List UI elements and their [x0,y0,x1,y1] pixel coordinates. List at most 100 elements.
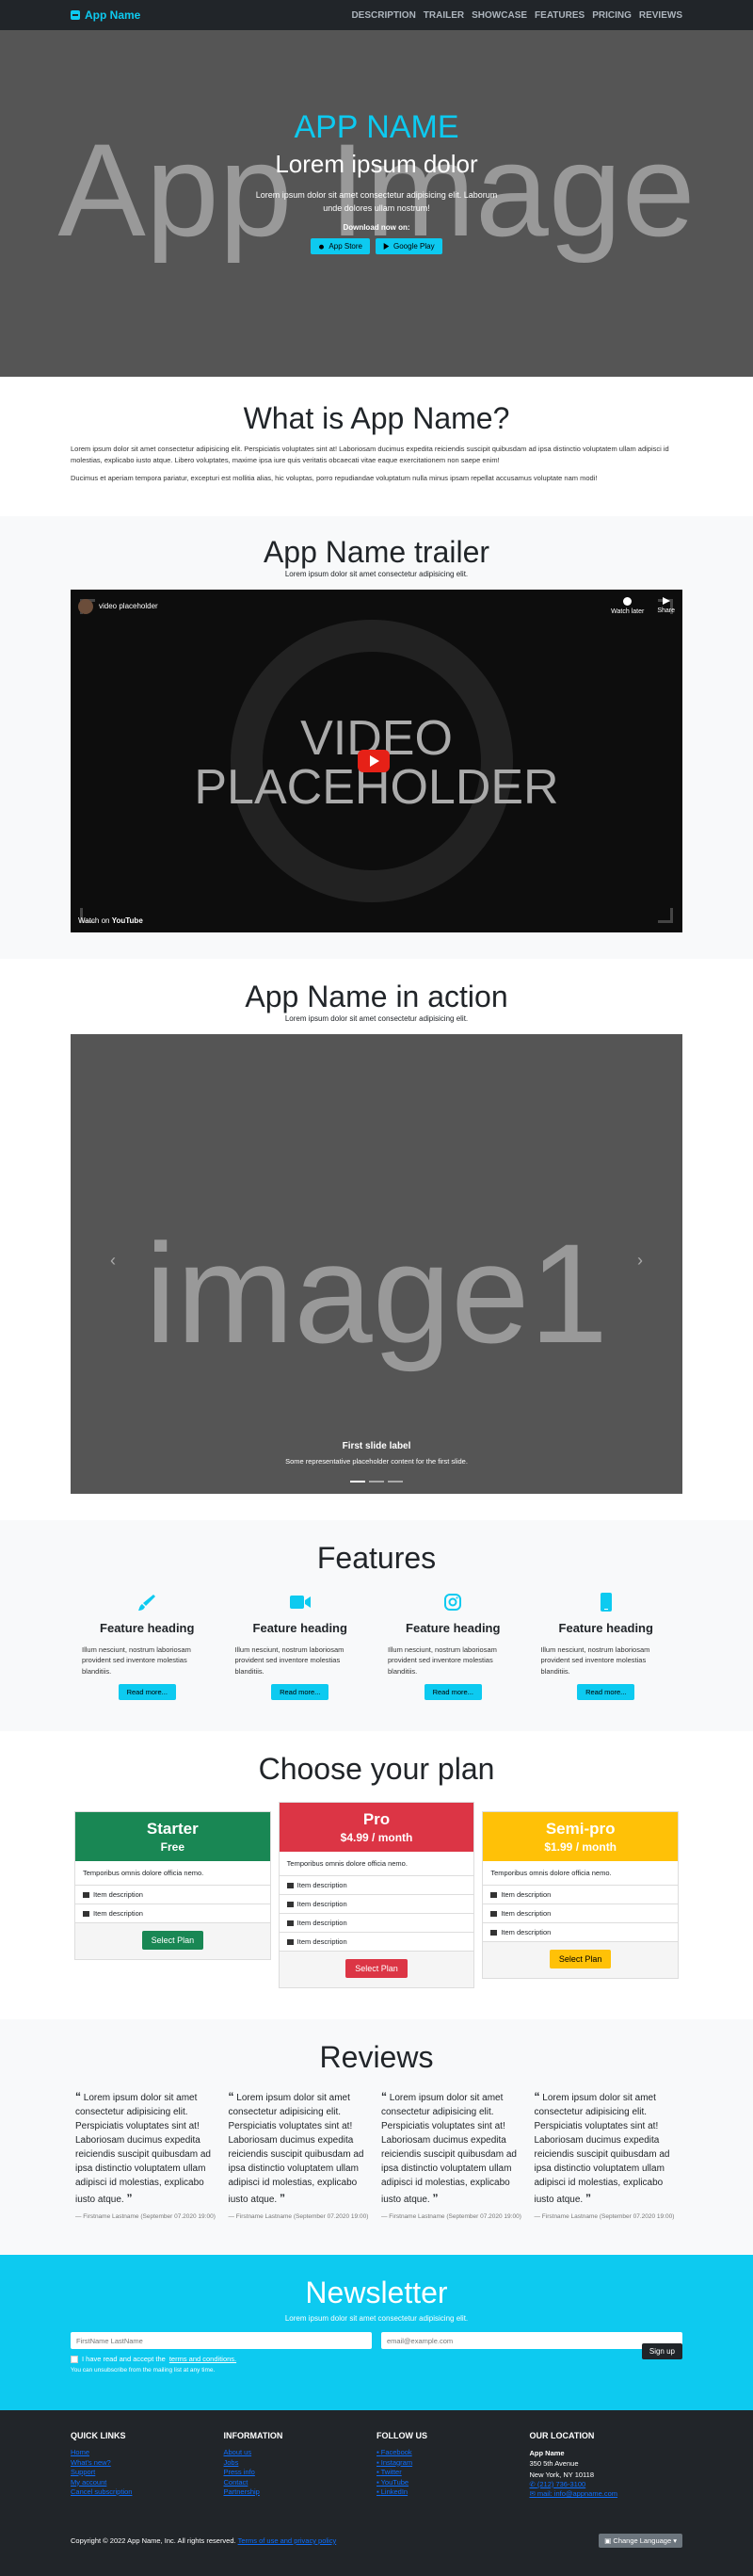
video-camera-icon [235,1591,366,1613]
terms-privacy-link[interactable]: Terms of use and privacy policy [238,2536,337,2545]
footer-link-support[interactable]: Support [71,2468,216,2478]
review-text: Lorem ipsum dolor sit amet consectetur a… [534,2093,670,2205]
reviews-section: Reviews “ Lorem ipsum dolor sit amet con… [0,2019,753,2255]
footer-link-press[interactable]: Press info [224,2468,370,2478]
plan-item: Item description [75,1904,270,1923]
select-plan-button[interactable]: Select Plan [345,1959,408,1978]
carousel-prev-icon[interactable]: ‹ [110,1251,116,1271]
pen-icon [490,1891,498,1898]
feature-heading: Feature heading [406,1621,501,1635]
carousel-indicator-2[interactable] [369,1481,384,1482]
description-section: What is App Name? Lorem ipsum dolor sit … [0,377,753,516]
carousel-indicator-3[interactable] [388,1481,403,1482]
footer-link-jobs[interactable]: Jobs [224,2458,370,2469]
change-language-button[interactable]: ▣ Change Language ▾ [599,2533,682,2548]
video-player[interactable]: video placeholder Watch later Share VIDE… [71,590,682,932]
footer-link-about[interactable]: About us [224,2448,370,2458]
footer-link-youtube[interactable]: ▪ YouTube [376,2478,522,2488]
carousel-caption: First slide label Some representative pl… [71,1441,682,1466]
plan-description: Temporibus omnis dolore officia nemo. [483,1861,679,1886]
channel-avatar[interactable] [78,598,93,614]
footer-link-linkedin[interactable]: ▪ LinkedIn [376,2487,522,2498]
nav-showcase[interactable]: SHOWCASE [472,10,527,21]
terms-link[interactable]: terms and conditions. [169,2355,236,2363]
caption-text: Some representative placeholder content … [285,1457,468,1466]
footer-link-facebook[interactable]: ▪ Facebook [376,2448,522,2458]
plan-name: Starter [146,1820,199,1838]
quote-close-icon: ” [280,2192,285,2205]
footer-link-my-account[interactable]: My account [71,2478,216,2488]
footer: QUICK LINKS Home What's new? Support My … [0,2410,753,2576]
image-icon [286,1901,294,1907]
footer-link-home[interactable]: Home [71,2448,216,2458]
youtube-play-button[interactable] [358,750,390,772]
hero-section: App Image APP NAME Lorem ipsum dolor Lor… [0,30,753,377]
plan-card-semi-pro: Semi-pro $1.99 / month Temporibus omnis … [482,1811,680,1979]
features-section: Features Feature heading Illum nesciunt,… [0,1520,753,1731]
feature-text: Illum nesciunt, nostrum laboriosam provi… [234,1645,344,1676]
plan-card-starter: Starter Free Temporibus omnis dolore off… [74,1811,271,1960]
watch-on-youtube-link[interactable]: Watch on YouTube [78,916,143,925]
copyright: Copyright © 2022 App Name, Inc. All righ… [71,2535,337,2545]
information-column: INFORMATION About us Jobs Press info Con… [224,2431,377,2500]
signup-button[interactable]: Sign up [641,2343,682,2359]
google-play-button[interactable]: Google Play [375,237,442,254]
nav-trailer[interactable]: TRAILER [424,10,464,21]
nav-features[interactable]: FEATURES [535,10,585,21]
select-plan-button[interactable]: Select Plan [549,1950,612,1968]
carousel-indicator-1[interactable] [350,1481,365,1482]
image-icon [490,1910,498,1917]
plan-price: Free [160,1840,185,1854]
app-store-button[interactable]: App Store [311,237,370,254]
select-plan-button[interactable]: Select Plan [141,1931,204,1950]
plan-item: Item description [279,1914,474,1933]
showcase-title: App Name in action [245,980,508,1013]
footer-link-contact[interactable]: Contact [224,2478,370,2488]
image-icon [83,1910,89,1917]
showcase-lead: Lorem ipsum dolor sit amet consectetur a… [284,1014,469,1023]
video-title[interactable]: video placeholder [99,602,158,610]
footer-link-whats-new[interactable]: What's new? [71,2458,216,2469]
caption-title: First slide label [342,1441,411,1451]
review-text: Lorem ipsum dolor sit amet consectetur a… [75,2093,211,2205]
phone-icon: ✆ [529,2479,537,2488]
carousel-next-icon[interactable]: › [637,1251,643,1271]
read-more-button[interactable]: Read more... [271,1683,329,1700]
footer-link-twitter[interactable]: ▪ Twitter [376,2468,522,2478]
brand-link[interactable]: App Name [71,8,140,22]
feature-card: Feature heading Illum nesciunt, nostrum … [71,1591,224,1700]
plan-item: Item description [75,1886,270,1904]
plan-item: Item description [483,1904,679,1923]
location-title: OUR LOCATION [529,2431,595,2440]
nav-reviews[interactable]: REVIEWS [639,10,682,21]
plan-description: Temporibus omnis dolore officia nemo. [75,1861,270,1886]
review-author: — Firstname Lastname (September 07.2020 … [381,2213,521,2220]
review-card: “ Lorem ipsum dolor sit amet consectetur… [376,2088,530,2221]
app-store-label: App Store [328,241,362,251]
share-button[interactable]: Share [657,597,675,615]
review-author: — Firstname Lastname (September 07.2020 … [75,2213,216,2220]
quote-open-icon: “ [228,2090,234,2103]
read-more-button[interactable]: Read more... [424,1683,482,1700]
footer-link-cancel-subscription[interactable]: Cancel subscription [71,2487,216,2498]
review-card: “ Lorem ipsum dolor sit amet consectetur… [530,2088,683,2221]
read-more-button[interactable]: Read more... [577,1683,635,1700]
name-input[interactable] [71,2332,372,2349]
email-input[interactable] [381,2332,682,2349]
youtube-logo: YouTube [111,916,143,925]
description-paragraph-2: Ducimus et aperiam tempora pariatur, exc… [71,474,598,483]
footer-link-instagram[interactable]: ▪ Instagram [376,2458,522,2469]
terms-checkbox[interactable] [71,2355,78,2363]
watch-later-button[interactable]: Watch later [611,597,644,615]
hero-text: Lorem ipsum dolor sit amet consectetur a… [255,190,498,214]
read-more-button[interactable]: Read more... [118,1683,176,1700]
location-street: 350 5th Avenue [529,2459,579,2469]
phone-link[interactable]: ✆ (212) 736-3100 [530,2480,676,2490]
nav-description[interactable]: DESCRIPTION [351,10,415,21]
footer-link-partnership[interactable]: Partnership [224,2487,370,2498]
review-card: “ Lorem ipsum dolor sit amet consectetur… [71,2088,224,2221]
email-link[interactable]: ✉ mail: info@appname.com [530,2489,676,2500]
nav-pricing[interactable]: PRICING [592,10,632,21]
newsletter-section: Newsletter Lorem ipsum dolor sit amet co… [0,2255,753,2410]
feature-heading: Feature heading [100,1621,195,1635]
